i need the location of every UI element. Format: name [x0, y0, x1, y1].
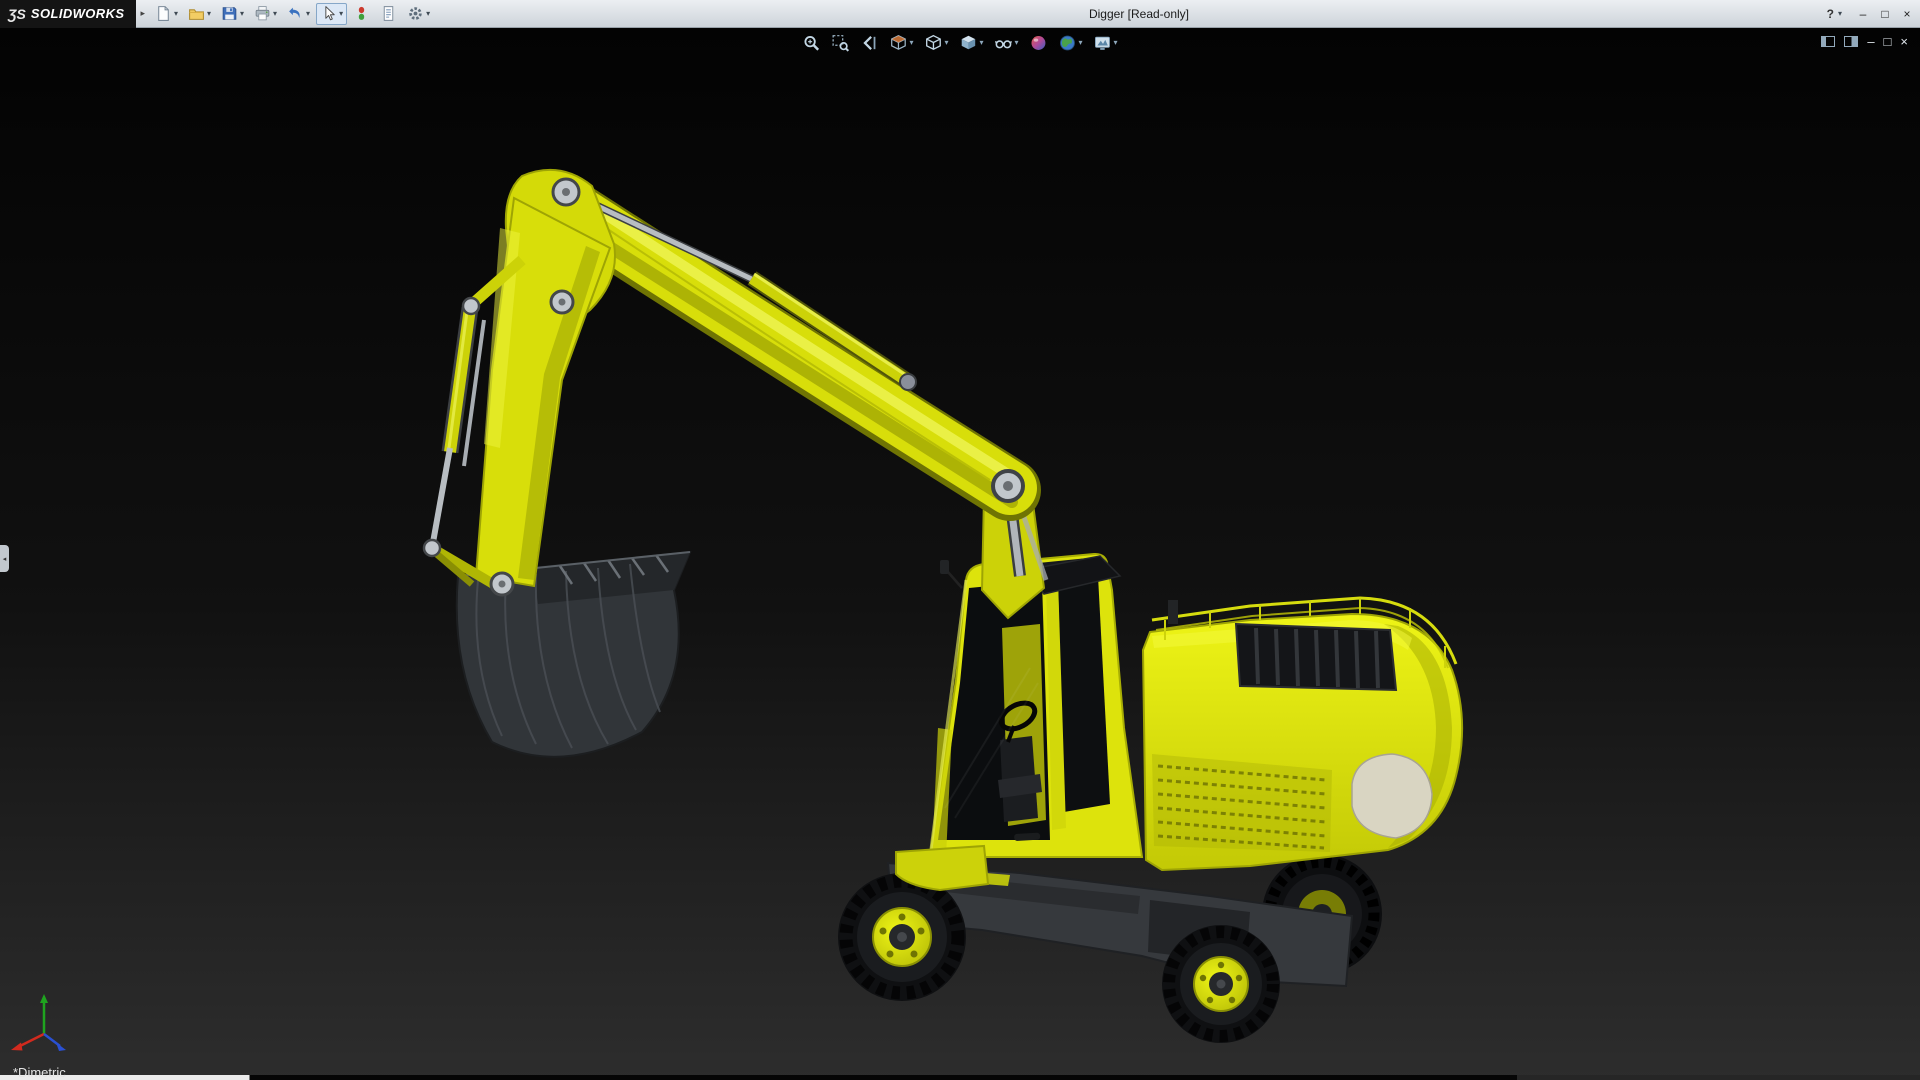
graphics-area[interactable] [0, 28, 1920, 1080]
zoom-to-area-button[interactable] [827, 32, 853, 54]
new-document-button[interactable]: ▾ [151, 3, 182, 25]
dropdown-arrow-icon[interactable]: ▾ [339, 9, 343, 18]
menu-expand-chevron-icon[interactable]: ▸ [140, 8, 145, 19]
feature-panel-collapse-tab[interactable]: ◂ [0, 545, 9, 572]
engine-cover [1234, 622, 1398, 692]
hide-show-icon [995, 34, 1013, 52]
section-view-button[interactable]: ▾ [885, 32, 917, 54]
window-controls: – □ × [1852, 4, 1918, 24]
titlebar-right-controls: ? ▾ – □ × [1825, 0, 1918, 28]
previous-view-button[interactable] [856, 32, 882, 54]
rebuild-icon [353, 5, 370, 22]
close-document-button[interactable]: × [1900, 35, 1908, 48]
help-button[interactable]: ? [1825, 7, 1836, 21]
minimize-document-button[interactable]: – [1867, 35, 1874, 48]
mirror [940, 560, 949, 574]
file-props-icon [380, 5, 397, 22]
dropdown-arrow-icon[interactable]: ▾ [207, 9, 211, 18]
close-window-button[interactable]: × [1896, 4, 1918, 24]
dropdown-arrow-icon[interactable]: ▾ [426, 9, 430, 18]
display-style-button[interactable]: ▾ [955, 32, 987, 54]
restore-document-button[interactable]: □ [1884, 35, 1892, 48]
file-properties-button[interactable] [376, 3, 401, 25]
exhaust-stack [1168, 600, 1178, 624]
view-settings-icon [1094, 34, 1112, 52]
hide-show-items-button[interactable]: ▾ [991, 32, 1023, 54]
front-fender [895, 844, 990, 892]
options-button[interactable]: ▾ [403, 3, 434, 25]
zoom-to-fit-button[interactable] [798, 32, 824, 54]
dropdown-arrow-icon[interactable]: ▾ [979, 39, 983, 47]
help-dropdown-arrow-icon[interactable]: ▾ [1838, 10, 1842, 18]
dropdown-arrow-icon[interactable]: ▾ [240, 9, 244, 18]
dropdown-arrow-icon[interactable]: ▾ [1079, 39, 1083, 47]
document-window-controls: – □ × [1821, 35, 1908, 48]
heads-up-view-toolbar: ▾ ▾ ▾ ▾ ▾ ▾ [798, 32, 1121, 54]
view-settings-button[interactable]: ▾ [1090, 32, 1122, 54]
side-vents [1152, 754, 1332, 852]
prev-view-icon [860, 34, 878, 52]
view-orientation-label: *Dimetric [13, 1065, 66, 1080]
titlebar: ƷS SOLIDWORKS ▸ ▾ ▾ ▾ ▾ ▾ ▾ ▾ Digger [Read-onl… [0, 0, 1920, 28]
door-handle [1014, 832, 1041, 841]
open-folder-icon [188, 5, 205, 22]
new-doc-icon [155, 5, 172, 22]
wheel-front-left[interactable] [838, 873, 966, 1001]
zoom-area-icon [831, 34, 849, 52]
status-strip [0, 1075, 1920, 1080]
brand-name: SOLIDWORKS [30, 6, 125, 21]
undo-button[interactable]: ▾ [283, 3, 314, 25]
open-button[interactable]: ▾ [184, 3, 215, 25]
section-icon [889, 34, 907, 52]
save-icon [221, 5, 238, 22]
wheel-front-right[interactable] [1162, 925, 1280, 1043]
rear-panel [1351, 753, 1433, 839]
maximize-window-button[interactable]: □ [1874, 4, 1896, 24]
graphics-viewport[interactable]: ▾ ▾ ▾ ▾ ▾ ▾ – □ × ◂ *Dimetric [0, 28, 1920, 1080]
orientation-triad [11, 994, 66, 1051]
apply-scene-button[interactable]: ▾ [1055, 32, 1087, 54]
view-cube-icon [924, 34, 942, 52]
edit-appearance-button[interactable] [1026, 32, 1052, 54]
print-button[interactable]: ▾ [250, 3, 281, 25]
scene-globe-icon [1059, 34, 1077, 52]
task-pane-toggle[interactable] [1844, 36, 1859, 47]
3ds-logo-mark: ƷS [8, 5, 26, 22]
undo-icon [287, 5, 304, 22]
solidworks-window: ƷS SOLIDWORKS ▸ ▾ ▾ ▾ ▾ ▾ ▾ ▾ Digger [Read-onl… [0, 0, 1920, 1080]
dropdown-arrow-icon[interactable]: ▾ [174, 9, 178, 18]
select-button[interactable]: ▾ [316, 2, 348, 25]
minimize-window-button[interactable]: – [1852, 4, 1874, 24]
dropdown-arrow-icon[interactable]: ▾ [1114, 39, 1118, 47]
solidworks-logo: ƷS SOLIDWORKS [0, 0, 137, 28]
appearance-ball-icon [1030, 34, 1048, 52]
rebuild-button[interactable] [349, 3, 374, 25]
dropdown-arrow-icon[interactable]: ▾ [944, 39, 948, 47]
options-gear-icon [407, 5, 424, 22]
dropdown-arrow-icon[interactable]: ▾ [273, 9, 277, 18]
display-style-icon [959, 34, 977, 52]
dropdown-arrow-icon[interactable]: ▾ [1015, 39, 1019, 47]
quick-access-toolbar: ▾ ▾ ▾ ▾ ▾ ▾ ▾ [151, 2, 434, 25]
window-title: Digger [Read-only] [1088, 6, 1190, 21]
dropdown-arrow-icon[interactable]: ▾ [306, 9, 310, 18]
dropdown-arrow-icon[interactable]: ▾ [909, 39, 913, 47]
display-pane-toggle[interactable] [1821, 36, 1836, 47]
zoom-fit-icon [802, 34, 820, 52]
view-orientation-button[interactable]: ▾ [920, 32, 952, 54]
print-icon [254, 5, 271, 22]
save-button[interactable]: ▾ [217, 3, 248, 25]
engine-housing[interactable] [1141, 596, 1464, 872]
select-cursor-icon [320, 5, 337, 22]
